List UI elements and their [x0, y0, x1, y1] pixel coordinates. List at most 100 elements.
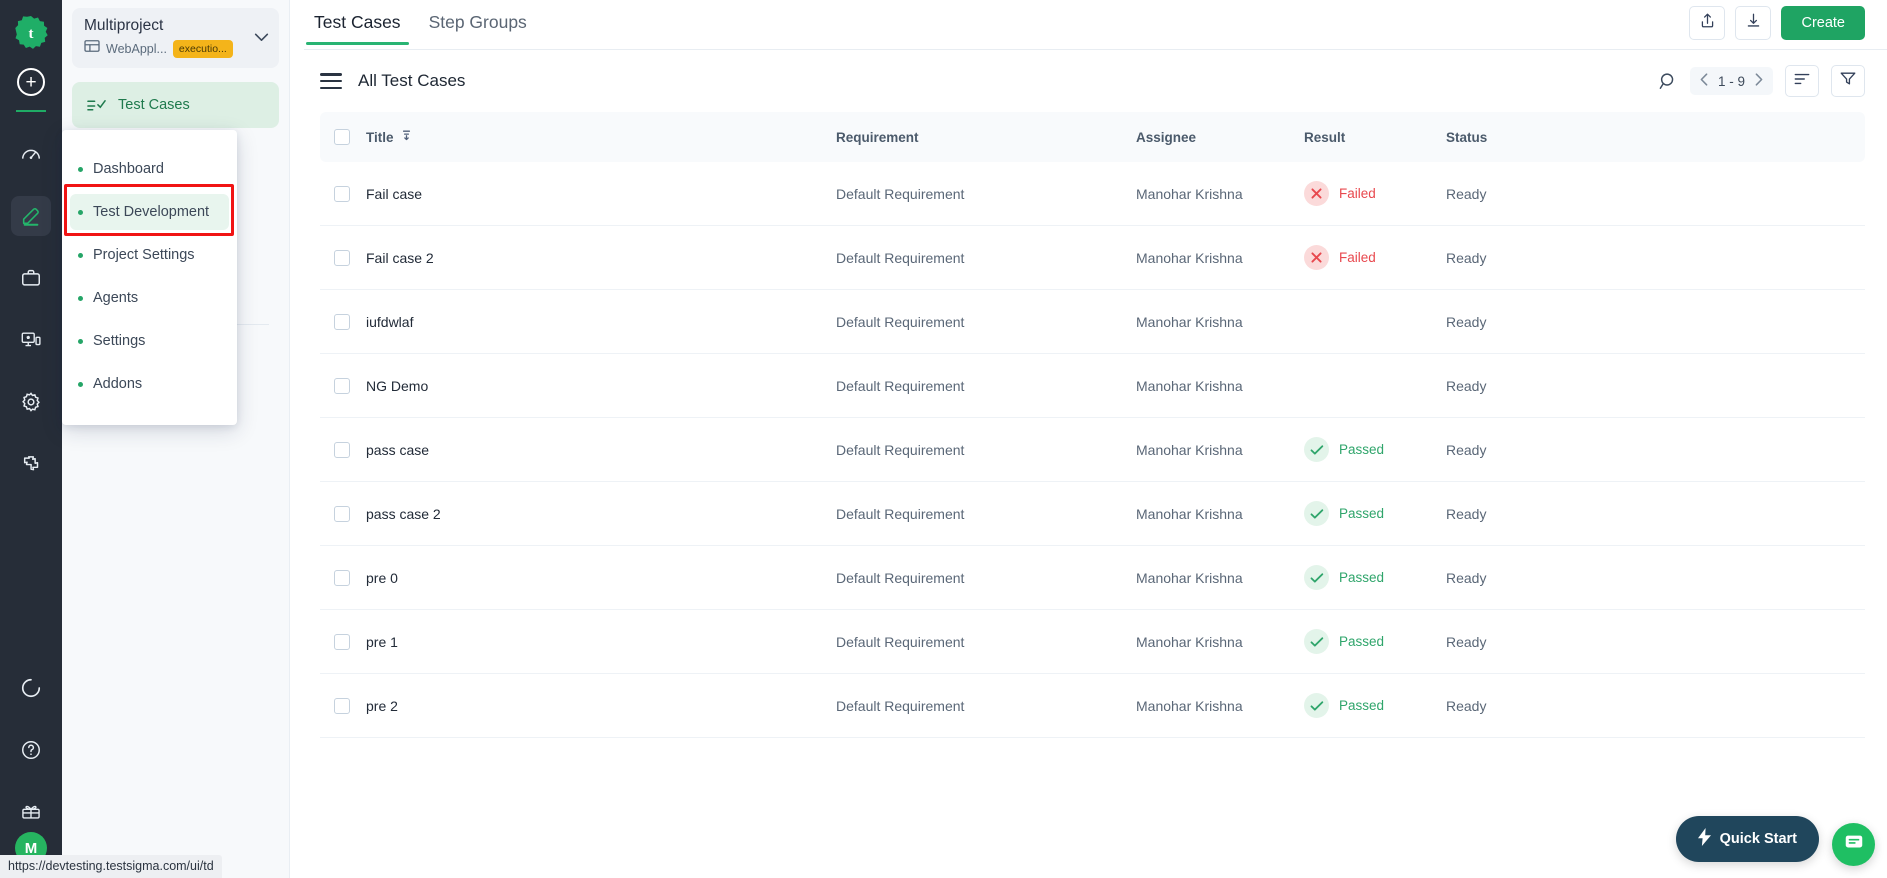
table-row[interactable]: pre 1 Default Requirement Manohar Krishna P…	[320, 610, 1865, 674]
flyout-item-addons[interactable]: Addons	[70, 366, 229, 402]
row-checkbox[interactable]	[334, 185, 350, 202]
column-header-result[interactable]: Result	[1304, 130, 1446, 145]
test-case-title: Fail case 2	[366, 249, 434, 266]
table-row[interactable]: pre 2 Default Requirement Manohar Krishna P…	[320, 674, 1865, 738]
row-checkbox[interactable]	[334, 569, 350, 586]
import-button[interactable]	[1689, 6, 1726, 40]
rail-item-settings[interactable]	[11, 382, 51, 422]
test-case-title: iufdwlaf	[366, 313, 414, 330]
rail-item-agents[interactable]	[11, 320, 51, 360]
row-select-cell	[334, 313, 366, 330]
cell-title[interactable]: NG Demo	[366, 378, 836, 394]
cell-result: Passed	[1304, 565, 1446, 590]
column-header-title[interactable]: Title	[366, 128, 836, 146]
cell-result: Passed	[1304, 437, 1446, 462]
cell-requirement: Default Requirement	[836, 505, 965, 522]
table-row[interactable]: Fail case 2 Default Requirement Manohar Kr…	[320, 226, 1865, 290]
row-select-cell	[334, 569, 366, 586]
row-checkbox[interactable]	[334, 313, 350, 330]
table-row[interactable]: pass case Default Requirement Manohar Kris…	[320, 418, 1865, 482]
sidebar-item-test-cases[interactable]: Test Cases	[72, 82, 279, 128]
cell-title[interactable]: pass case	[366, 442, 836, 458]
result-label: Passed	[1339, 634, 1385, 649]
flyout-item-test-development[interactable]: Test Development	[70, 194, 229, 230]
chat-launcher-button[interactable]	[1832, 823, 1875, 866]
cell-title[interactable]: iufdwlaf	[366, 314, 836, 330]
rail-item-whats-new[interactable]	[11, 792, 51, 832]
plus-icon[interactable]: +	[17, 68, 45, 96]
row-checkbox[interactable]	[334, 697, 350, 714]
cell-title[interactable]: pre 1	[366, 634, 836, 650]
row-checkbox[interactable]	[334, 633, 350, 650]
table-row[interactable]: iufdwlaf Default Requirement Manohar Krish…	[320, 290, 1865, 354]
export-button[interactable]	[1735, 6, 1772, 40]
cell-title[interactable]: Fail case	[366, 186, 836, 202]
search-icon[interactable]	[1658, 71, 1678, 91]
project-app-type: WebAppl...	[106, 41, 167, 56]
select-all-checkbox[interactable]	[334, 129, 350, 145]
row-checkbox[interactable]	[334, 377, 350, 394]
test-cases-table: Title Requirement Assignee Result Status…	[290, 112, 1887, 738]
rail-item-test-development[interactable]	[11, 196, 51, 236]
select-all-cell	[334, 129, 366, 145]
project-badge: executio...	[172, 39, 233, 58]
result-pass-icon	[1304, 693, 1329, 718]
create-button[interactable]: Create	[1781, 6, 1865, 40]
cell-status: Ready	[1446, 313, 1487, 330]
cell-title[interactable]: Fail case 2	[366, 250, 836, 266]
table-row[interactable]: pre 0 Default Requirement Manohar Krishna P…	[320, 546, 1865, 610]
upload-icon	[1699, 12, 1716, 34]
cell-assignee: Manohar Krishna	[1136, 633, 1243, 650]
rail-item-help[interactable]	[11, 730, 51, 770]
rail-item-test-management[interactable]	[11, 258, 51, 298]
cell-result: Failed	[1304, 181, 1446, 206]
rail-item-usage[interactable]	[11, 668, 51, 708]
testsigma-logo-icon[interactable]: t	[9, 10, 53, 54]
puzzle-icon	[20, 453, 42, 475]
sort-button[interactable]	[1785, 65, 1819, 97]
cell-requirement: Default Requirement	[836, 697, 965, 714]
quick-start-button[interactable]: Quick Start	[1675, 816, 1819, 862]
cell-status: Ready	[1446, 505, 1487, 522]
row-checkbox[interactable]	[334, 441, 350, 458]
flyout-item-settings[interactable]: Settings	[70, 323, 229, 359]
cell-assignee: Manohar Krishna	[1136, 313, 1243, 330]
table-row[interactable]: Fail case Default Requirement Manohar Kris…	[320, 162, 1865, 226]
cell-title[interactable]: pre 2	[366, 698, 836, 714]
flyout-item-project-settings[interactable]: Project Settings	[70, 237, 229, 273]
rail-item-dashboard[interactable]	[11, 134, 51, 174]
module-flyout-menu: Dashboard Test Development Project Setti…	[62, 130, 237, 425]
row-select-cell	[334, 377, 366, 394]
test-case-title: Fail case	[366, 185, 423, 202]
column-header-requirement[interactable]: Requirement	[836, 130, 1136, 145]
table-row[interactable]: NG Demo Default Requirement Manohar Krishn…	[320, 354, 1865, 418]
row-checkbox[interactable]	[334, 505, 350, 522]
result-label: Passed	[1339, 442, 1385, 457]
row-checkbox[interactable]	[334, 249, 350, 266]
tab-step-groups[interactable]: Step Groups	[419, 8, 537, 45]
cell-status: Ready	[1446, 377, 1487, 394]
project-name: Multiproject	[84, 17, 164, 34]
cell-title[interactable]: pre 0	[366, 570, 836, 586]
flyout-item-agents[interactable]: Agents	[70, 280, 229, 316]
rail-item-addons[interactable]	[11, 444, 51, 484]
pagination-prev-button[interactable]	[1700, 73, 1708, 89]
tab-test-cases[interactable]: Test Cases	[304, 8, 411, 45]
cell-status: Ready	[1446, 185, 1487, 202]
chevron-down-icon[interactable]	[254, 30, 269, 45]
hamburger-icon[interactable]	[320, 73, 342, 89]
pagination-next-button[interactable]	[1755, 73, 1763, 89]
filter-button[interactable]	[1831, 65, 1865, 97]
rail-divider	[16, 110, 46, 112]
column-header-assignee[interactable]: Assignee	[1136, 130, 1304, 145]
result-label: Failed	[1339, 186, 1376, 201]
column-label: Title	[366, 129, 394, 145]
question-circle-icon	[20, 739, 42, 761]
project-switcher[interactable]: Multiproject WebAppl... executio...	[72, 8, 279, 68]
flyout-item-dashboard[interactable]: Dashboard	[70, 151, 229, 187]
column-header-status[interactable]: Status	[1446, 130, 1865, 145]
row-select-cell	[334, 633, 366, 650]
table-row[interactable]: pass case 2 Default Requirement Manohar Kr…	[320, 482, 1865, 546]
result-pass-icon	[1304, 437, 1329, 462]
cell-title[interactable]: pass case 2	[366, 506, 836, 522]
